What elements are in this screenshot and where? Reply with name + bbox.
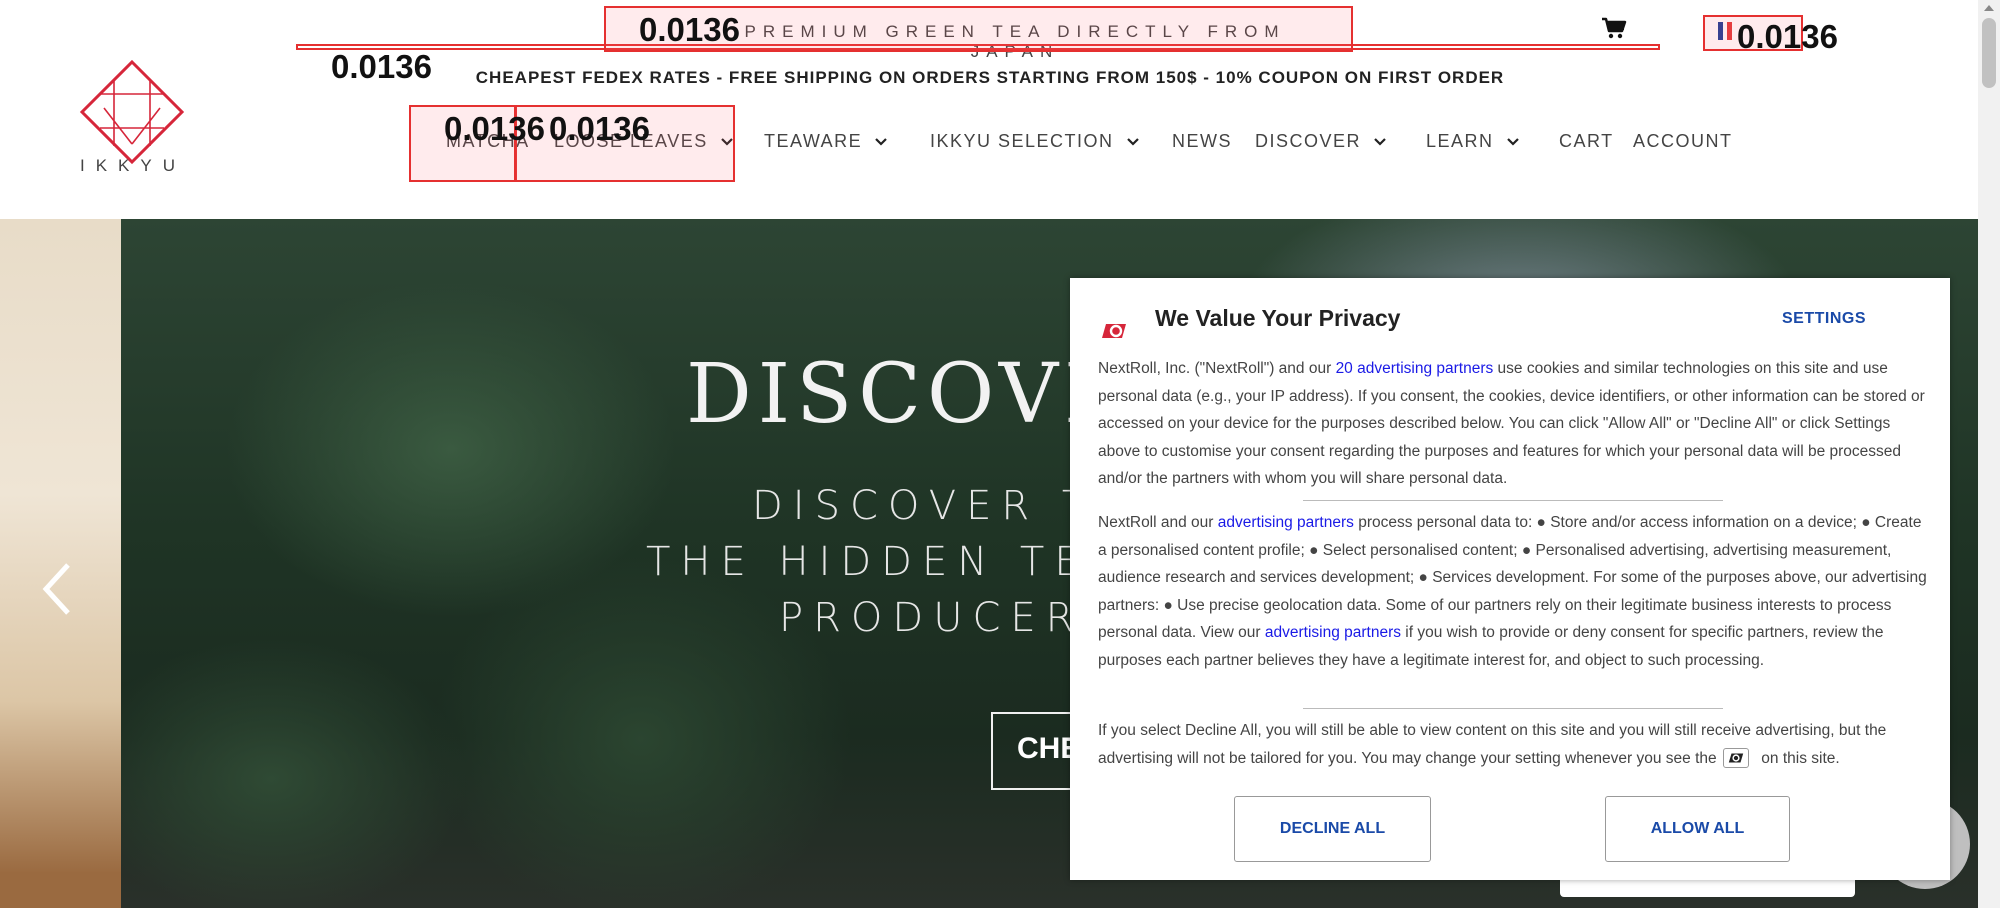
shipping-banner: CHEAPEST FEDEX RATES - FREE SHIPPING ON … bbox=[475, 68, 1505, 87]
annotation-label: 0.0136 bbox=[444, 110, 545, 147]
nav-item-news[interactable]: NEWS bbox=[1172, 131, 1232, 152]
annotation-label: 0.0136 bbox=[549, 110, 650, 147]
paragraph-text: on this site. bbox=[1756, 749, 1840, 767]
decline-all-button[interactable]: DECLINE ALL bbox=[1234, 796, 1431, 862]
annotation-label: 0.0136 bbox=[1737, 18, 1838, 55]
nav-item-learn[interactable]: LEARN bbox=[1426, 131, 1520, 152]
allow-all-button[interactable]: ALLOW ALL bbox=[1605, 796, 1790, 862]
paragraph-text: NextRoll, Inc. ("NextRoll") and our bbox=[1098, 360, 1336, 377]
paragraph-text: process personal data to: ● Store and/or… bbox=[1098, 514, 1927, 641]
scroll-up-arrow-icon[interactable] bbox=[1984, 5, 1994, 11]
logo-wordmark: IKKYU bbox=[79, 156, 187, 175]
dialog-title: We Value Your Privacy bbox=[1155, 305, 1401, 331]
privacy-consent-dialog: We Value Your Privacy SETTINGS NextRoll,… bbox=[1070, 278, 1950, 880]
consent-paragraph-1: NextRoll, Inc. ("NextRoll") and our 20 a… bbox=[1098, 355, 1928, 493]
chevron-down-icon bbox=[1374, 137, 1386, 146]
divider bbox=[1303, 708, 1723, 709]
nav-label: IKKYU SELECTION bbox=[930, 131, 1114, 151]
nav-label: DISCOVER bbox=[1255, 131, 1362, 151]
hero-subtitle-line: THE HIDDEN TEA bbox=[646, 539, 1127, 585]
chevron-down-icon bbox=[1506, 137, 1519, 146]
nav-item-teaware[interactable]: TEAWARE bbox=[764, 131, 888, 152]
divider bbox=[1303, 500, 1723, 501]
nav-label: CART bbox=[1559, 131, 1614, 151]
nav-label: NEWS bbox=[1172, 131, 1232, 151]
cart-icon[interactable] bbox=[1601, 16, 1627, 40]
scrollbar-thumb[interactable] bbox=[1982, 18, 1996, 88]
nextroll-settings-icon bbox=[1722, 748, 1749, 769]
consent-paragraph-3: If you select Decline All, you will stil… bbox=[1098, 717, 1928, 772]
nav-label: ACCOUNT bbox=[1633, 131, 1733, 151]
consent-paragraph-2: NextRoll and our advertising partners pr… bbox=[1098, 509, 1928, 674]
paragraph-text: use cookies and similar technologies on … bbox=[1098, 360, 1925, 487]
settings-button[interactable]: SETTINGS bbox=[1782, 310, 1866, 328]
nav-label: LEARN bbox=[1426, 131, 1494, 151]
annotation-label: 0.0136 bbox=[639, 11, 740, 48]
annotation-label: 0.0136 bbox=[331, 48, 432, 85]
nav-item-cart[interactable]: CART bbox=[1559, 131, 1614, 152]
chevron-down-icon bbox=[875, 137, 887, 146]
chevron-left-icon[interactable] bbox=[38, 559, 74, 619]
nav-item-ikkyu-selection[interactable]: IKKYU SELECTION bbox=[930, 131, 1140, 152]
nav-label: TEAWARE bbox=[764, 131, 863, 151]
advertising-partners-link[interactable]: advertising partners bbox=[1218, 514, 1354, 531]
advertising-partners-link[interactable]: advertising partners bbox=[1265, 624, 1401, 641]
page-scrollbar[interactable] bbox=[1978, 0, 2000, 908]
paragraph-text: NextRoll and our bbox=[1098, 514, 1218, 531]
nav-item-account[interactable]: ACCOUNT bbox=[1633, 131, 1733, 152]
nextroll-logo-icon bbox=[1102, 324, 1126, 338]
hero-subtitle-line: DISCOVER T bbox=[752, 483, 1097, 529]
hero-subtitle-line: PRODUCER bbox=[779, 595, 1084, 641]
chevron-down-icon bbox=[1126, 137, 1139, 146]
nav-item-discover[interactable]: DISCOVER bbox=[1255, 131, 1387, 152]
advertising-partners-link[interactable]: 20 advertising partners bbox=[1336, 360, 1494, 377]
